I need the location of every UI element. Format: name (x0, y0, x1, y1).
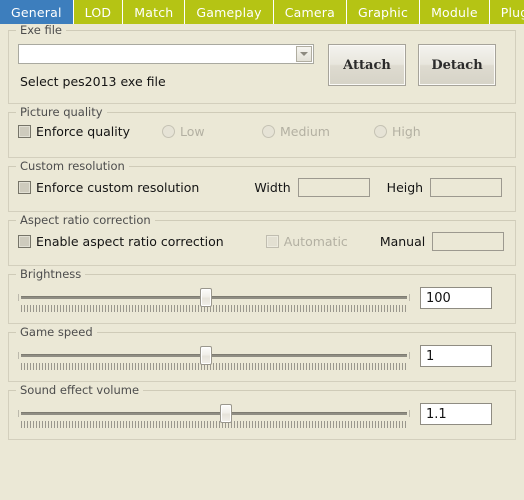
radio-icon (374, 125, 387, 138)
group-game-speed: Game speed (8, 326, 516, 382)
tab-label: Gameplay (196, 4, 262, 20)
checkbox-icon (18, 235, 31, 248)
slider-thumb[interactable] (200, 288, 213, 307)
tab-camera[interactable]: Camera (273, 0, 347, 24)
exe-file-input[interactable] (19, 45, 296, 63)
manual-label: Manual (379, 234, 426, 249)
enable-aspect-ratio-checkbox[interactable]: Enable aspect ratio correction (18, 234, 224, 249)
sound-effect-volume-value-input[interactable] (420, 403, 492, 425)
height-label: Heigh (386, 180, 424, 195)
brightness-slider[interactable] (18, 283, 410, 313)
tab-label: Match (134, 4, 174, 20)
tab-bar: General LOD Match Gameplay Camera Graphi… (0, 0, 524, 24)
game-speed-slider[interactable] (18, 341, 410, 371)
radio-icon (262, 125, 275, 138)
tab-match[interactable]: Match (123, 0, 186, 24)
game-speed-value-input[interactable] (420, 345, 492, 367)
radio-icon (162, 125, 175, 138)
detach-button[interactable]: Detach (418, 44, 496, 86)
slider-track[interactable] (18, 294, 410, 301)
slider-track[interactable] (18, 410, 410, 417)
slider-track[interactable] (18, 352, 410, 359)
group-title-picture-quality: Picture quality (16, 106, 107, 119)
tab-label: Module (431, 4, 478, 20)
attach-button[interactable]: Attach (328, 44, 406, 86)
automatic-checkbox[interactable]: Automatic (265, 234, 348, 249)
tab-label: LOD (84, 4, 112, 20)
tab-graphic[interactable]: Graphic (346, 0, 421, 24)
enforce-custom-resolution-label: Enforce custom resolution (36, 180, 200, 195)
quality-radio-low[interactable]: Low (162, 124, 262, 139)
group-sound-effect-volume: Sound effect volume (8, 384, 516, 440)
quality-radio-label: Medium (280, 124, 330, 139)
manual-input[interactable] (432, 232, 505, 251)
general-panel: Exe file Select pes2013 exe file Attach … (0, 24, 524, 440)
tab-lod[interactable]: LOD (73, 0, 124, 24)
group-custom-resolution: Custom resolution Enforce custom resolut… (8, 160, 516, 212)
chevron-down-icon[interactable] (296, 46, 312, 62)
group-title-custom-resolution: Custom resolution (16, 160, 129, 173)
slider-ticks (21, 363, 407, 370)
tab-gameplay[interactable]: Gameplay (185, 0, 274, 24)
group-title-brightness: Brightness (16, 268, 86, 281)
enforce-quality-label: Enforce quality (36, 124, 131, 139)
slider-thumb[interactable] (219, 404, 232, 423)
tab-general[interactable]: General (0, 0, 74, 24)
tab-label: Graphic (357, 4, 409, 20)
automatic-label: Automatic (283, 234, 348, 249)
width-input[interactable] (297, 178, 370, 197)
tab-label: General (11, 4, 62, 20)
checkbox-icon (18, 125, 31, 138)
tab-label: Camera (284, 4, 335, 20)
slider-ticks (21, 421, 407, 428)
checkbox-icon (18, 181, 31, 194)
slider-ticks (21, 305, 407, 312)
exe-file-hint: Select pes2013 exe file (20, 74, 166, 89)
group-brightness: Brightness (8, 268, 516, 324)
quality-radio-label: Low (180, 124, 205, 139)
enforce-custom-resolution-checkbox[interactable]: Enforce custom resolution (18, 180, 199, 195)
height-input[interactable] (430, 178, 503, 197)
group-picture-quality: Picture quality Enforce quality Low Medi… (8, 106, 516, 158)
exe-file-combobox[interactable] (18, 44, 314, 64)
tab-plugin[interactable]: Plugin (489, 0, 524, 24)
slider-thumb[interactable] (200, 346, 213, 365)
group-title-exe-file: Exe file (16, 24, 66, 37)
enable-aspect-ratio-label: Enable aspect ratio correction (36, 234, 224, 249)
brightness-value-input[interactable] (420, 287, 492, 309)
quality-radio-label: High (392, 124, 421, 139)
tab-module[interactable]: Module (420, 0, 490, 24)
group-aspect-ratio-correction: Aspect ratio correction Enable aspect ra… (8, 214, 516, 266)
width-label: Width (254, 180, 291, 195)
group-title-game-speed: Game speed (16, 326, 97, 339)
quality-radio-medium[interactable]: Medium (262, 124, 374, 139)
enforce-quality-checkbox[interactable]: Enforce quality (18, 124, 162, 139)
sound-effect-volume-slider[interactable] (18, 399, 410, 429)
group-title-aspect-ratio: Aspect ratio correction (16, 214, 155, 227)
checkbox-icon (265, 235, 279, 248)
group-exe-file: Exe file Select pes2013 exe file Attach … (8, 24, 516, 104)
group-title-sound-effect-volume: Sound effect volume (16, 384, 144, 397)
quality-radio-high[interactable]: High (374, 124, 421, 139)
tab-label: Plugin (500, 4, 524, 20)
